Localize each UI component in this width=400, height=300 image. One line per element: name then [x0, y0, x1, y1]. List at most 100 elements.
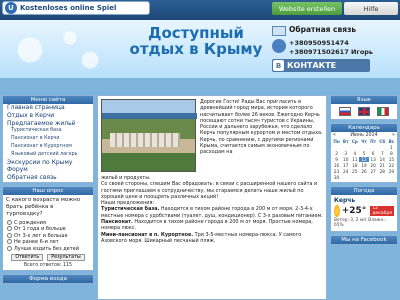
weather-widget[interactable]: Керчь +25° 12 декабря Ветер: З, 2 м/с Вл… [331, 195, 397, 231]
calendar-next-button[interactable]: » [392, 133, 395, 138]
calendar-day[interactable]: 26 [359, 169, 368, 174]
offer-title: Туристическая база. [101, 206, 160, 213]
calendar-day[interactable]: 14 [378, 157, 387, 162]
phone-number-2: +380971502617 Игорь [289, 48, 374, 56]
site-menu: Главная страница Отдых в Керчи Предлагаемо… [3, 104, 93, 182]
site-menu-panel: Меню сайта Главная страница Отдых в Керчи… [2, 95, 94, 183]
calendar-day[interactable]: 13 [369, 157, 378, 162]
calendar-day[interactable]: 1 [387, 145, 396, 150]
calendar-day[interactable]: 5 [359, 151, 368, 156]
calendar-day[interactable]: 15 [387, 157, 396, 162]
calendar-weekday: Вт [342, 139, 349, 144]
poll-total: Всего ответов: 115 [23, 263, 73, 269]
poll-option-label: От 1 года и больше [14, 226, 66, 233]
calendar-day[interactable]: 21 [378, 163, 387, 168]
calendar-day[interactable]: 7 [378, 151, 387, 156]
poll-option-label: С рождения [14, 219, 46, 226]
sidebar-menu-item[interactable]: Пансионат в Керчи [3, 135, 93, 143]
calendar-day[interactable]: 12 [359, 157, 369, 162]
weather-date: 12 декабря [370, 206, 394, 216]
kerch-city-photo [101, 99, 197, 172]
calendar-day[interactable]: 4 [350, 151, 359, 156]
calendar-day[interactable]: 24 [341, 169, 350, 174]
calendar-nav: « Июнь 2014 » [331, 132, 397, 139]
vkontakte-button[interactable]: В КОНТАКТЕ [272, 59, 370, 72]
calendar-day[interactable]: 16 [332, 163, 341, 168]
site-name: Kostenloses online Spiel [20, 4, 117, 12]
vk-icon: В [273, 60, 284, 71]
calendar-weekday: Ср [351, 139, 358, 144]
calendar-day[interactable]: 23 [332, 169, 341, 174]
envelope-icon [272, 26, 286, 36]
site-header: Доступный отдых в Крыму Обратная связь +… [0, 20, 400, 78]
sun-icon [334, 205, 340, 217]
radio-button[interactable] [7, 232, 12, 238]
calendar-day[interactable]: 29 [387, 169, 396, 174]
weather-temperature: +25° [341, 206, 367, 216]
calendar-day[interactable]: 2 [332, 151, 341, 156]
poll-option-label: Лучше ездить без детей [14, 245, 79, 252]
create-website-button[interactable]: Website erstellen [272, 2, 342, 15]
poll-vote-button[interactable]: Ответить [11, 254, 44, 262]
language-heading: Язык [331, 96, 397, 104]
poll-results-button[interactable]: Результаты [47, 254, 85, 262]
help-button[interactable]: Hilfe [344, 2, 398, 15]
calendar-day[interactable]: 9 [332, 157, 341, 162]
calendar-day[interactable]: 22 [387, 163, 396, 168]
site-logo-link[interactable]: U Kostenloses online Spiel [2, 1, 150, 15]
sidebar-menu-item[interactable]: Предлагаемое жильё [3, 120, 93, 128]
radio-button[interactable] [7, 245, 12, 251]
left-sidebar: Меню сайта Главная страница Отдых в Керчи… [2, 95, 94, 300]
calendar-day[interactable]: 10 [341, 157, 350, 162]
buildings-area [110, 133, 180, 147]
italian-flag-icon[interactable] [377, 107, 390, 116]
calendar-day[interactable]: 6 [369, 151, 378, 156]
facebook-heading: Мы на Facebook [331, 236, 397, 244]
calendar-day [332, 145, 341, 150]
weather-row: +25° 12 декабря [334, 205, 394, 217]
calendar-day[interactable]: 30 [332, 175, 341, 180]
calendar-day [369, 145, 378, 150]
calendar-weekday: Сб [379, 139, 386, 144]
radio-button[interactable] [7, 226, 12, 232]
calendar-weekday: Вс [388, 139, 395, 144]
right-sidebar: Язык Календарь « Июнь 2014 » Пн Вт Ср Чт Пт С… [330, 95, 398, 300]
offer-text: Находится в тихом районе города в 200 м … [101, 219, 313, 232]
calendar-day[interactable]: 28 [378, 169, 387, 174]
sidebar-menu-item[interactable]: Языковый детский лагерь [3, 151, 93, 159]
poll-heading: Наш опрос [3, 186, 93, 195]
calendar-day[interactable]: 25 [350, 169, 359, 174]
calendar-day[interactable]: 11 [350, 157, 359, 162]
sidebar-menu-item[interactable]: Форум [3, 166, 93, 174]
calendar-day[interactable]: 17 [341, 163, 350, 168]
calendar-weekday: Пт [370, 139, 377, 144]
logo-icon: U [5, 2, 17, 14]
russian-flag-icon[interactable] [338, 107, 351, 116]
calendar-day[interactable]: 8 [387, 151, 396, 156]
article-text: жильё и продукты. Со своей стороны, спеш… [101, 175, 325, 244]
calendar-day[interactable]: 18 [350, 163, 359, 168]
sidebar-menu-item[interactable]: Пансионат в Курортном [3, 143, 93, 151]
sidebar-menu-item[interactable]: Главная страница [3, 104, 93, 112]
sidebar-menu-item[interactable]: Экскурсии по Крыму [3, 159, 93, 167]
calendar-day[interactable]: 27 [369, 169, 378, 174]
calendar-prev-button[interactable]: « [333, 133, 336, 138]
weather-city: Керчь [334, 197, 356, 204]
calendar-day [378, 145, 387, 150]
calendar-day[interactable]: 19 [359, 163, 368, 168]
feedback-link[interactable]: Обратная связь [289, 25, 356, 34]
english-flag-icon[interactable] [357, 107, 370, 116]
calendar-day[interactable]: 20 [369, 163, 378, 168]
sidebar-menu-item[interactable]: Отдых в Керчи [3, 112, 93, 120]
phone-number-1: +380950951474 [289, 39, 349, 47]
calendar-day[interactable]: 3 [341, 151, 350, 156]
intro-text: Дорогие Гости! Рады Вас пригласить в дре… [200, 99, 323, 156]
calendar-month: Июнь 2014 [350, 133, 378, 138]
radio-button[interactable] [7, 219, 12, 225]
paragraph: Туристическая база. Находится в тихом ра… [101, 206, 325, 219]
sidebar-menu-item[interactable]: Обратная связь [3, 174, 93, 182]
calendar-weekday: Пн [333, 139, 340, 144]
page-title: Доступный отдых в Крыму [129, 24, 263, 58]
sidebar-menu-item[interactable]: Туристическая база [3, 127, 93, 135]
radio-button[interactable] [7, 239, 12, 245]
